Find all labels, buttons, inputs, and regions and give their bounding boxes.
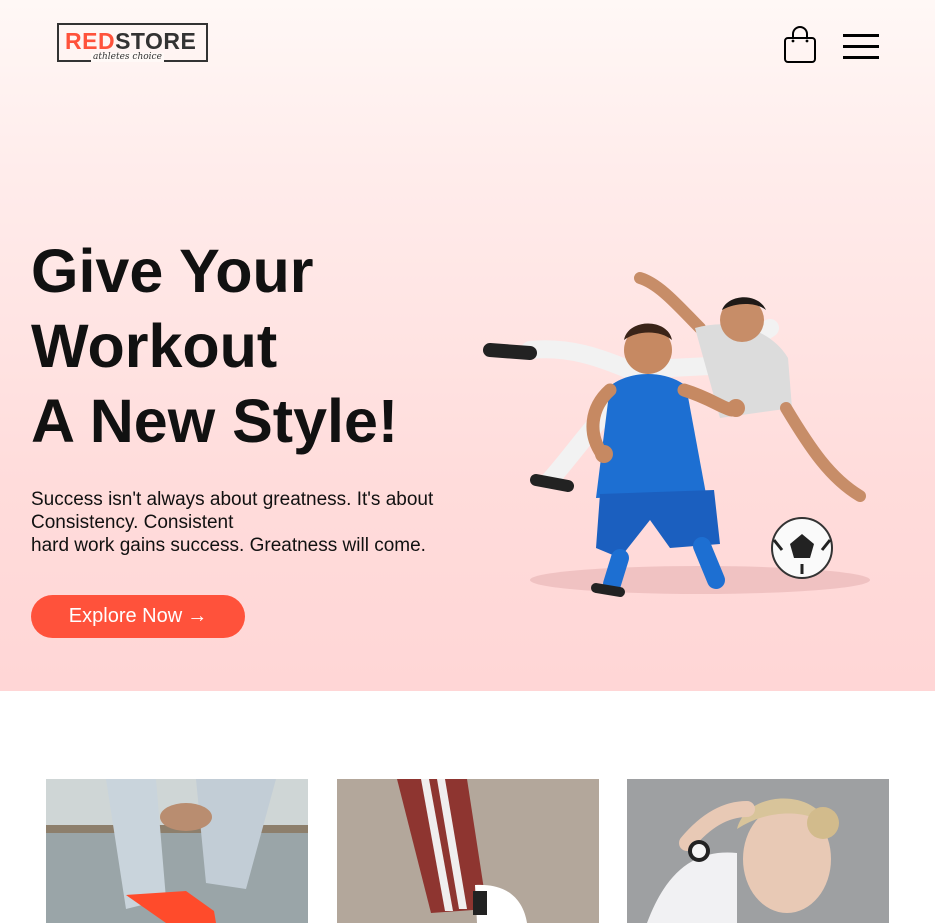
category-card-trackpants[interactable] [337,779,599,923]
description-line-2: Consistency. Consistent [31,512,234,533]
headline-line-1: Give Your [31,237,314,305]
sneakers-jeans-photo [46,779,308,923]
hero-headline: Give Your Workout A New Style! [31,234,398,459]
woman-smartwatch-photo [627,779,889,923]
category-card-sneakers[interactable] [46,779,308,923]
hamburger-menu-icon[interactable] [842,31,880,63]
headline-line-2: Workout [31,312,278,380]
description-line-1: Success isn't always about greatness. It… [31,489,434,510]
logo-store-text: STORE [115,28,197,54]
hero-description: Success isn't always about greatness. It… [31,488,471,557]
store-logo[interactable]: REDSTORE athletes choice [57,23,208,62]
soccer-players-hero-image [470,258,900,618]
logo-wordmark: REDSTORE [65,29,196,53]
shopping-bag-icon[interactable] [782,24,818,66]
description-line-3: hard work gains success. Greatness will … [31,535,426,556]
explore-now-button[interactable]: Explore Now → [31,595,245,638]
logo-red-text: RED [65,28,116,54]
arrow-right-icon: → [187,605,208,627]
category-card-smartwatch[interactable] [627,779,889,923]
explore-now-label: Explore Now [68,605,183,627]
track-pants-shoe-photo [337,779,599,923]
logo-tagline: athletes choice [91,52,164,62]
headline-line-3: A New Style! [31,387,399,455]
